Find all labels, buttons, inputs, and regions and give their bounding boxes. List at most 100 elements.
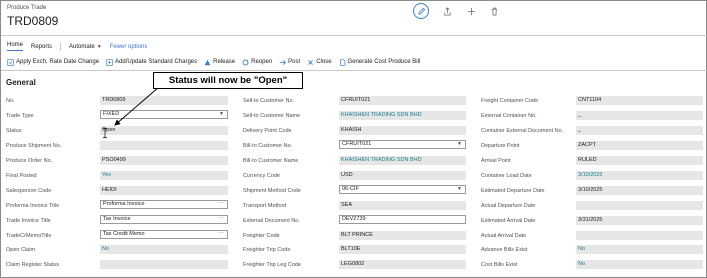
field-label: Delivery Point Code — [243, 128, 292, 134]
apply-icon — [7, 58, 14, 66]
trade-cr-memo-title-value: Tax Credit Memo — [103, 231, 145, 237]
open-claim-field[interactable]: No — [100, 245, 228, 254]
final-posted-field[interactable]: Yes — [100, 171, 228, 180]
apply-exch-rate-button[interactable]: Apply Exch. Rate Date Change — [7, 58, 99, 66]
external-document-no-input[interactable]: DEV2739 — [339, 215, 466, 224]
field-label: Produce Shipment No. — [6, 143, 62, 149]
estimated-arrival-date-field[interactable]: 3/31/2025 — [576, 216, 703, 225]
chevron-down-icon: ▼ — [96, 43, 102, 50]
lookup-icon[interactable]: ··· — [218, 231, 224, 237]
header-toolbar — [413, 3, 503, 19]
trash-icon — [491, 7, 497, 16]
proforma-invoice-title-value: Proforma Invoice — [103, 201, 145, 207]
departure-point-field[interactable]: ZACPT — [576, 141, 703, 150]
status-field[interactable]: Open — [100, 126, 228, 135]
post-button[interactable]: Post — [279, 59, 300, 66]
breadcrumb[interactable]: Produce Trade — [7, 5, 46, 11]
fewer-options-button[interactable]: Fewer options — [110, 44, 148, 50]
field-label: No. — [6, 98, 15, 104]
produce-order-no-field[interactable]: PSO0499 — [100, 156, 228, 165]
field-label: Status — [6, 128, 22, 134]
close-icon — [308, 59, 314, 65]
trade-invoice-title-input[interactable]: Tax Invoice ··· — [100, 215, 228, 224]
field-label: TradeCrMemoTitle — [6, 233, 52, 239]
share-icon — [443, 6, 451, 16]
close-button[interactable]: Close — [307, 59, 332, 66]
close-label: Close — [316, 59, 332, 65]
field-label: Final Posted — [6, 173, 37, 179]
advance-bills-exist-field[interactable]: No — [576, 245, 703, 254]
field-label: Cost Bills Exist — [481, 262, 518, 268]
no-field[interactable]: TRD0809 — [100, 96, 228, 105]
freighter-trip-code-field[interactable]: BLT10E — [339, 245, 466, 254]
field-label: Freighter Code — [243, 233, 280, 239]
external-container-no-field[interactable]: _ — [576, 111, 703, 120]
field-label: Actual Arrival Date — [481, 233, 527, 239]
tab-automate[interactable]: Automate ▼ — [69, 44, 102, 50]
produce-shipment-no-field[interactable] — [100, 141, 228, 150]
freighter-trip-leg-code-field[interactable]: LEG0802 — [339, 260, 466, 269]
estimated-departure-date-field[interactable]: 3/10/2025 — [576, 186, 703, 195]
sell-to-customer-no-field[interactable]: CFRUIT021 — [339, 96, 466, 105]
generate-cost-bill-button[interactable]: Generate Cost Produce Bill — [339, 58, 421, 66]
proforma-invoice-title-input[interactable]: Proforma Invoice ··· — [100, 200, 228, 209]
claim-register-status-field[interactable] — [100, 260, 228, 269]
tab-reports[interactable]: Reports — [31, 44, 52, 50]
cost-bills-exist-field[interactable]: No — [576, 260, 703, 269]
release-label: Release — [213, 59, 236, 65]
field-label: Trade Invoice Title — [6, 218, 51, 224]
page-frame: Produce Trade TRD0809 Home Reports Autom… — [0, 0, 707, 278]
section-title[interactable]: General — [6, 78, 36, 87]
add-update-charges-button[interactable]: Add/Update Standard Charges — [106, 58, 197, 66]
currency-code-field[interactable]: USD — [339, 171, 466, 180]
trade-cr-memo-title-input[interactable]: Tax Credit Memo ··· — [100, 230, 228, 239]
field-label: Claim Register Status — [6, 262, 60, 268]
shipment-method-code-select[interactable]: 06-CIF ▼ — [339, 185, 466, 194]
field-label: Freighter Trip Leg Code — [243, 262, 302, 268]
field-label: Salesperson Code — [6, 188, 52, 194]
plus-icon — [467, 7, 475, 15]
delivery-point-code-field[interactable]: KHAISH — [339, 126, 466, 135]
freight-container-code-field[interactable]: CNT1104 — [576, 96, 703, 105]
generate-cost-bill-label: Generate Cost Produce Bill — [347, 59, 421, 65]
lookup-icon[interactable]: ··· — [218, 201, 224, 207]
divider — [1, 35, 707, 36]
field-label: Advance Bills Exist — [481, 247, 528, 253]
trade-type-value: FIXED — [103, 111, 120, 117]
container-load-date-field[interactable]: 3/10/2025 — [576, 171, 703, 180]
trade-type-select[interactable]: FIXED ▼ — [100, 110, 228, 119]
bill-to-customer-no-select[interactable]: CFRUIT021 ▼ — [339, 140, 466, 149]
reopen-label: Reopen — [251, 59, 273, 65]
bill-to-customer-name-field[interactable]: KHAISHEN TRADING SDN BHD — [339, 156, 466, 165]
reopen-button[interactable]: Reopen — [242, 59, 272, 66]
release-button[interactable]: Release — [204, 59, 235, 66]
chevron-down-icon: ▼ — [457, 141, 462, 147]
field-label: Sell-to Customer Name — [243, 113, 301, 119]
arrival-point-field[interactable]: RULED — [576, 156, 703, 165]
field-label: Estimated Departure Date — [481, 188, 545, 194]
actual-departure-date-field[interactable] — [576, 201, 703, 210]
post-icon — [279, 59, 287, 65]
post-label: Post — [288, 59, 301, 65]
delete-button[interactable] — [486, 3, 502, 19]
field-label: Arrival Point — [481, 158, 511, 164]
field-label: Container Load Date — [481, 173, 532, 179]
actual-arrival-date-field[interactable] — [576, 231, 703, 240]
container-external-document-no-field[interactable]: _ — [576, 126, 703, 135]
freighter-code-field[interactable]: BLT PRINCE — [339, 231, 466, 240]
tab-home[interactable]: Home — [7, 42, 24, 51]
release-icon — [204, 59, 211, 65]
field-label: Currency Code — [243, 173, 280, 179]
divider — [1, 70, 707, 71]
salesperson-code-field[interactable]: HEIDI — [100, 186, 228, 195]
trade-invoice-title-value: Tax Invoice — [103, 216, 131, 222]
edit-button[interactable] — [413, 3, 429, 19]
lookup-icon[interactable]: ··· — [218, 216, 224, 222]
sell-to-customer-name-field[interactable]: KHAISHEN TRADING SDN BHD — [339, 111, 466, 120]
field-label: Open Claim — [6, 247, 36, 253]
new-button[interactable] — [463, 3, 479, 19]
share-button[interactable] — [439, 3, 455, 19]
field-label: Container External Document No. — [481, 128, 564, 134]
transport-method-field[interactable]: SEA — [339, 201, 466, 210]
field-label: Shipment Method Code — [243, 188, 301, 194]
